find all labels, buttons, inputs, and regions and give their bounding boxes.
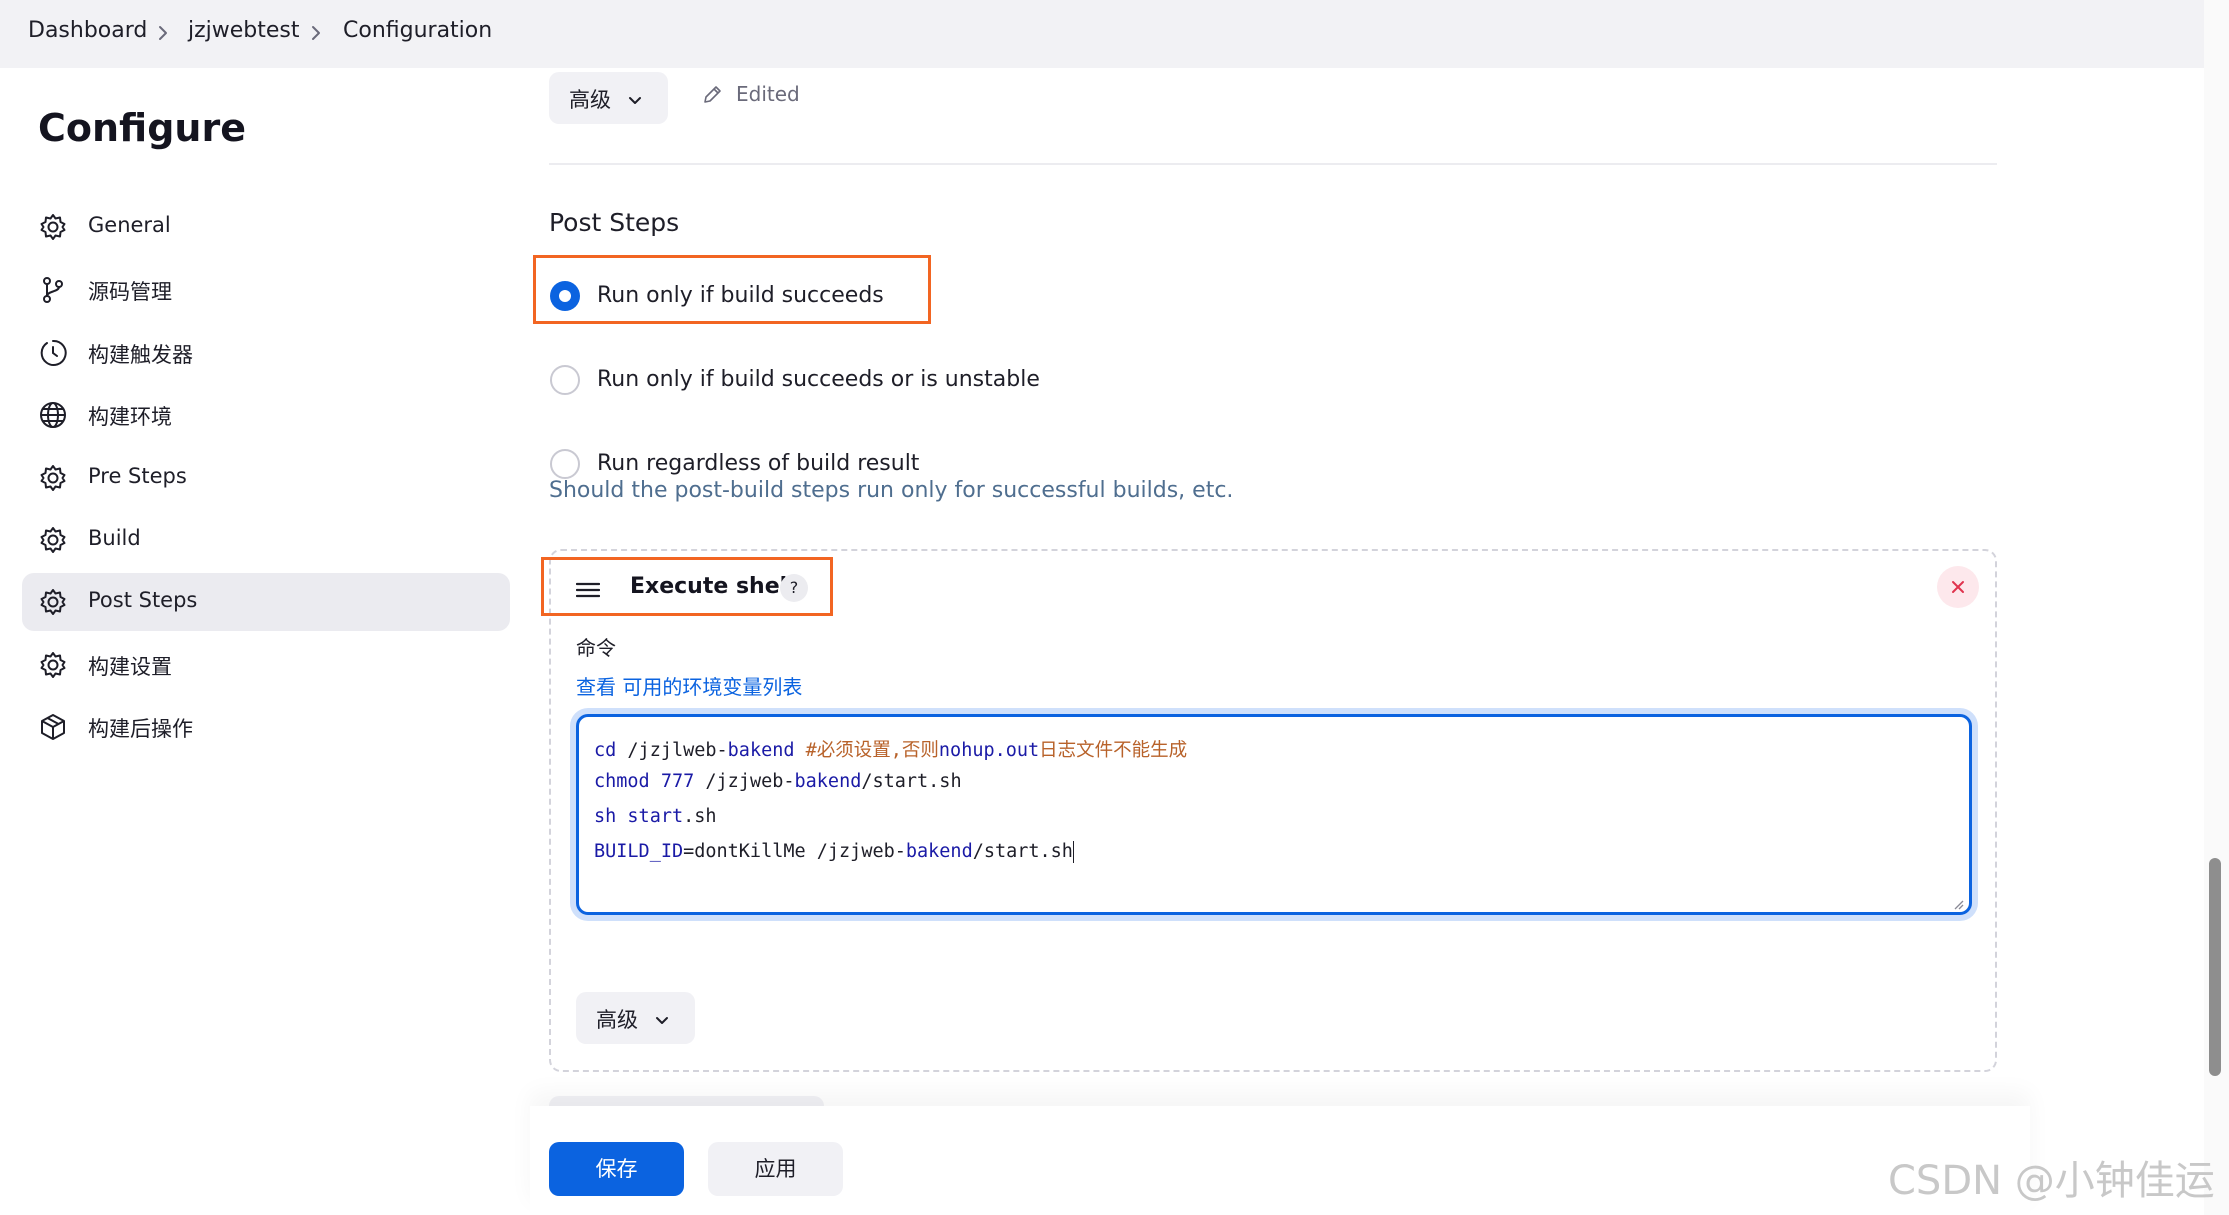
sidebar-item-post-steps[interactable]: Post Steps (22, 573, 510, 631)
gear-icon (38, 650, 68, 680)
sidebar-item-label: Pre Steps (88, 464, 187, 488)
radio-run-if-success[interactable] (550, 281, 580, 311)
save-button[interactable]: 保存 (549, 1142, 684, 1196)
sidebar-item-label: 源码管理 (88, 280, 172, 304)
sidebar-item-build-environment[interactable]: 构建环境 (22, 386, 510, 444)
sidebar-item-label: 构建后操作 (88, 717, 193, 741)
code-line-4: BUILD_ID=dontKillMe /jzjweb-bakend/start… (594, 841, 1075, 863)
pencil-icon (701, 84, 723, 106)
code-line-3: sh start.sh (594, 806, 717, 827)
sidebar-item-label: Build (88, 526, 141, 550)
package-icon (38, 712, 68, 742)
gear-icon (38, 463, 68, 493)
globe-icon (38, 400, 68, 430)
apply-button[interactable]: 应用 (708, 1142, 843, 1196)
remove-step-button[interactable] (1937, 566, 1979, 608)
radio-run-if-success-or-unstable[interactable] (550, 365, 580, 395)
advanced-label: 高级 (596, 1008, 638, 1032)
sidebar-item-label: General (88, 213, 171, 237)
section-divider (549, 163, 1997, 165)
env-vars-line: 查看 可用的环境变量列表 (576, 671, 802, 700)
edited-indicator: Edited (736, 82, 800, 106)
help-icon[interactable]: ? (780, 574, 808, 602)
sidebar-item-label: 构建触发器 (88, 343, 193, 367)
clock-icon (38, 338, 68, 368)
sidebar-item-build-settings[interactable]: 构建设置 (22, 636, 510, 694)
sidebar-item-label: 构建环境 (88, 405, 172, 429)
scrollbar-thumb[interactable] (2209, 858, 2221, 1076)
breadcrumb-configuration[interactable]: Configuration (343, 18, 492, 43)
radio-label[interactable]: Run regardless of build result (597, 451, 919, 476)
breadcrumb-project[interactable]: jzjwebtest (188, 18, 300, 43)
advanced-dropdown-button[interactable]: 高级 (576, 992, 695, 1044)
code-line-1: cd /jzjlweb-bakend #必须设置,否则nohup.out日志文件… (594, 740, 1188, 761)
text-cursor (1072, 841, 1075, 863)
watermark: CSDN @小钟佳运 (1888, 1158, 2215, 1204)
breadcrumb: Dashboard jzjwebtest Configuration (0, 0, 2204, 68)
chevron-right-icon (306, 20, 326, 46)
gear-icon (38, 212, 68, 242)
chevron-right-icon (153, 20, 173, 46)
command-label: 命令 (576, 636, 616, 660)
code-line-2: chmod 777 /jzjweb-bakend/start.sh (594, 771, 962, 792)
execute-shell-title: Execute shell (630, 574, 795, 599)
chevron-down-icon (654, 1012, 670, 1024)
post-steps-title: Post Steps (549, 208, 680, 237)
sidebar-item-label: 构建设置 (88, 655, 172, 679)
radio-label[interactable]: Run only if build succeeds (597, 283, 884, 308)
advanced-dropdown-button[interactable]: 高级 (549, 72, 668, 124)
advanced-label: 高级 (569, 88, 611, 112)
drag-handle-icon[interactable] (575, 580, 601, 600)
breadcrumb-dashboard[interactable]: Dashboard (28, 18, 147, 43)
env-vars-prefix: 查看 (576, 675, 616, 699)
radio-label[interactable]: Run only if build succeeds or is unstabl… (597, 367, 1040, 392)
sidebar-item-pre-steps[interactable]: Pre Steps (22, 449, 510, 507)
sidebar-item-general[interactable]: General (22, 198, 510, 256)
git-branch-icon (38, 275, 68, 305)
sidebar-item-post-build-actions[interactable]: 构建后操作 (22, 698, 510, 756)
gear-icon (38, 587, 68, 617)
gear-icon (38, 525, 68, 555)
radio-run-regardless[interactable] (550, 449, 580, 479)
chevron-down-icon (627, 92, 643, 104)
resize-grip-icon[interactable] (1952, 895, 1964, 910)
env-vars-link[interactable]: 可用的环境变量列表 (622, 675, 802, 699)
sidebar-item-build-triggers[interactable]: 构建触发器 (22, 324, 510, 382)
post-steps-help-text: Should the post-build steps run only for… (549, 478, 1234, 503)
page-title: Configure (38, 106, 246, 150)
close-icon (1952, 581, 1964, 593)
sidebar-item-source-control[interactable]: 源码管理 (22, 261, 510, 319)
sidebar-item-label: Post Steps (88, 588, 198, 612)
sidebar-item-build[interactable]: Build (22, 511, 510, 569)
